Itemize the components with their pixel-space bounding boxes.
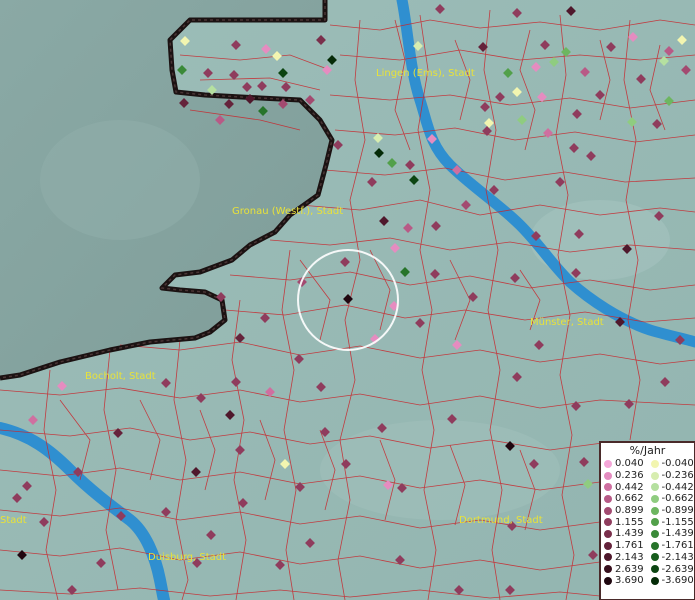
city-name: Bocholt, Stadt bbox=[85, 371, 156, 382]
city-label: Stadt bbox=[0, 515, 27, 526]
map-canvas[interactable] bbox=[0, 0, 695, 600]
city-label: Münster, Stadt bbox=[530, 317, 604, 328]
legend-value: 0.662 bbox=[615, 493, 644, 505]
legend-row: 0.236 -0.236 bbox=[601, 470, 694, 482]
legend-value: -0.236 bbox=[661, 470, 694, 482]
legend-value: -1.155 bbox=[661, 516, 694, 528]
city-label: Gronau (Westf.), Stadt bbox=[232, 206, 343, 217]
legend-entry: 2.143 bbox=[601, 552, 648, 563]
city-label: Duisburg, Stadt bbox=[148, 552, 226, 563]
legend-row: 2.143 -2.143 bbox=[601, 552, 694, 564]
city-name: Gronau (Westf.), Stadt bbox=[232, 206, 344, 217]
legend-rows: 0.040 -0.040 0.236 -0.236 0.442 -0.442 0.662 -0… bbox=[601, 458, 694, 587]
city-name: Duisburg, Stadt bbox=[148, 552, 227, 563]
legend-value: 0.040 bbox=[615, 458, 644, 470]
legend-swatch bbox=[604, 518, 612, 527]
legend-swatch bbox=[604, 576, 612, 585]
city-name: Stadt bbox=[0, 515, 27, 526]
legend-swatch bbox=[650, 518, 659, 527]
legend-swatch bbox=[604, 541, 612, 550]
legend-entry: 0.040 bbox=[601, 458, 648, 469]
legend-title: %/Jahr bbox=[629, 444, 666, 457]
legend-row: 1.439 -1.439 bbox=[601, 528, 694, 540]
legend-value: 2.639 bbox=[615, 563, 644, 575]
legend-value: 0.442 bbox=[615, 481, 644, 493]
legend-row: 0.899 -0.899 bbox=[601, 505, 694, 517]
city-label: Dortmund, Stadt bbox=[459, 515, 543, 526]
legend: %/Jahr 0.040 -0.040 0.236 -0.236 0.442 -0.442… bbox=[599, 441, 695, 600]
legend-entry: -0.662 bbox=[648, 493, 695, 504]
legend-swatch bbox=[650, 506, 659, 515]
legend-swatch bbox=[604, 471, 612, 480]
legend-entry: 0.662 bbox=[601, 493, 648, 504]
legend-value: 0.236 bbox=[615, 470, 644, 482]
legend-entry: 1.439 bbox=[601, 528, 648, 539]
legend-entry: -0.236 bbox=[648, 470, 695, 481]
legend-row: 3.690 -3.690 bbox=[601, 575, 694, 587]
legend-value: 1.761 bbox=[615, 540, 644, 552]
legend-swatch bbox=[604, 565, 612, 574]
terrain-highlight bbox=[320, 420, 560, 520]
legend-swatch bbox=[650, 553, 659, 562]
legend-row: 2.639 -2.639 bbox=[601, 563, 694, 575]
legend-value: 2.143 bbox=[615, 551, 644, 563]
city-name: Dortmund, Stadt bbox=[459, 515, 543, 526]
legend-swatch bbox=[604, 494, 612, 503]
legend-value: 3.690 bbox=[615, 575, 644, 587]
legend-entry: -1.155 bbox=[648, 517, 695, 528]
legend-swatch bbox=[604, 506, 612, 515]
legend-entry: -2.143 bbox=[648, 552, 695, 563]
legend-row: 1.155 -1.155 bbox=[601, 516, 694, 528]
city-name: Lingen (Ems), Stadt bbox=[376, 68, 475, 79]
legend-value: -3.690 bbox=[661, 575, 694, 587]
legend-entry: 0.236 bbox=[601, 470, 648, 481]
legend-value: -0.662 bbox=[661, 493, 694, 505]
legend-entry: -1.439 bbox=[648, 528, 695, 539]
legend-value: -2.639 bbox=[661, 563, 694, 575]
legend-value: -2.143 bbox=[661, 551, 694, 563]
legend-swatch bbox=[650, 471, 659, 480]
legend-swatch bbox=[604, 483, 612, 492]
city-label: Bocholt, Stadt bbox=[85, 371, 156, 382]
legend-swatch bbox=[604, 553, 612, 562]
legend-entry: 3.690 bbox=[601, 575, 648, 586]
legend-value: 1.155 bbox=[615, 516, 644, 528]
legend-row: 1.761 -1.761 bbox=[601, 540, 694, 552]
legend-value: -0.899 bbox=[661, 505, 694, 517]
legend-value: -1.439 bbox=[661, 528, 694, 540]
legend-swatch bbox=[604, 459, 612, 468]
legend-entry: 0.442 bbox=[601, 482, 648, 493]
legend-row: 0.040 -0.040 bbox=[601, 458, 694, 470]
legend-value: 0.899 bbox=[615, 505, 644, 517]
city-name: Münster, Stadt bbox=[530, 317, 604, 328]
legend-row: 0.662 -0.662 bbox=[601, 493, 694, 505]
legend-entry: -0.040 bbox=[648, 458, 695, 469]
legend-swatch bbox=[650, 483, 659, 492]
legend-swatch bbox=[604, 529, 612, 538]
map-view[interactable]: Lingen (Ems), Stadt Gronau (Westf.), Stad… bbox=[0, 0, 695, 600]
legend-entry: 1.155 bbox=[601, 517, 648, 528]
legend-entry: 2.639 bbox=[601, 564, 648, 575]
city-label: Lingen (Ems), Stadt bbox=[376, 68, 475, 79]
legend-swatch bbox=[650, 529, 659, 538]
legend-entry: 0.899 bbox=[601, 505, 648, 516]
legend-value: -0.040 bbox=[661, 458, 694, 470]
legend-row: 0.442 -0.442 bbox=[601, 481, 694, 493]
legend-value: -0.442 bbox=[661, 481, 694, 493]
legend-value: -1.761 bbox=[661, 540, 694, 552]
legend-swatch bbox=[650, 494, 659, 503]
terrain-highlight bbox=[40, 120, 200, 240]
legend-swatch bbox=[650, 576, 659, 585]
legend-swatch bbox=[650, 541, 659, 550]
legend-swatch bbox=[650, 565, 659, 574]
legend-entry: -1.761 bbox=[648, 540, 695, 551]
legend-entry: -3.690 bbox=[648, 575, 695, 586]
legend-entry: -0.442 bbox=[648, 482, 695, 493]
legend-entry: -2.639 bbox=[648, 564, 695, 575]
legend-entry: -0.899 bbox=[648, 505, 695, 516]
legend-value: 1.439 bbox=[615, 528, 644, 540]
legend-swatch bbox=[650, 459, 659, 468]
legend-entry: 1.761 bbox=[601, 540, 648, 551]
